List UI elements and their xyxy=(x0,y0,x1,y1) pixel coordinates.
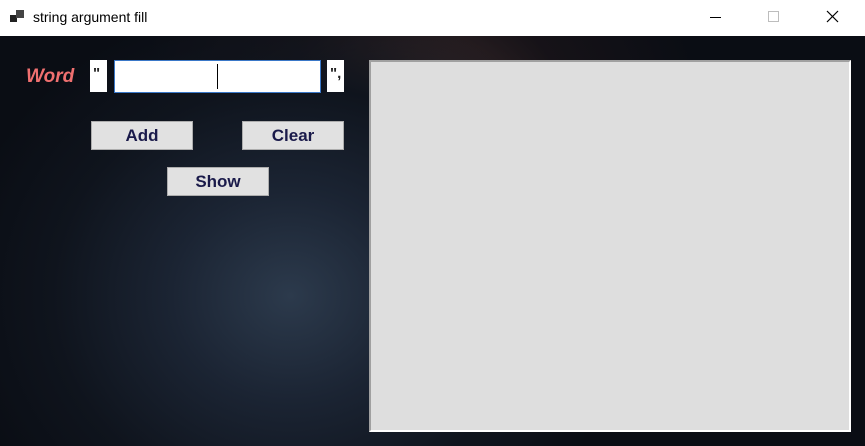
maximize-button[interactable] xyxy=(745,0,803,36)
quote-open-box: " xyxy=(90,60,107,92)
add-button[interactable]: Add xyxy=(91,121,193,150)
maximize-icon xyxy=(768,11,779,22)
text-caret xyxy=(217,64,218,89)
form-client-area: Word " ", Add Clear Show xyxy=(0,36,865,446)
word-label: Word xyxy=(26,66,75,87)
minimize-button[interactable] xyxy=(687,0,745,36)
show-button[interactable]: Show xyxy=(167,167,269,196)
minimize-icon xyxy=(710,17,721,18)
output-textbox[interactable] xyxy=(369,60,851,432)
quote-close-box: ", xyxy=(327,60,344,92)
clear-button[interactable]: Clear xyxy=(242,121,344,150)
window-title: string argument fill xyxy=(33,9,148,25)
app-window: string argument fill Word " ", Add Clear… xyxy=(0,0,865,446)
close-icon xyxy=(826,10,839,23)
app-window-icon xyxy=(10,10,26,24)
title-bar[interactable]: string argument fill xyxy=(0,0,865,36)
close-button[interactable] xyxy=(804,0,862,36)
